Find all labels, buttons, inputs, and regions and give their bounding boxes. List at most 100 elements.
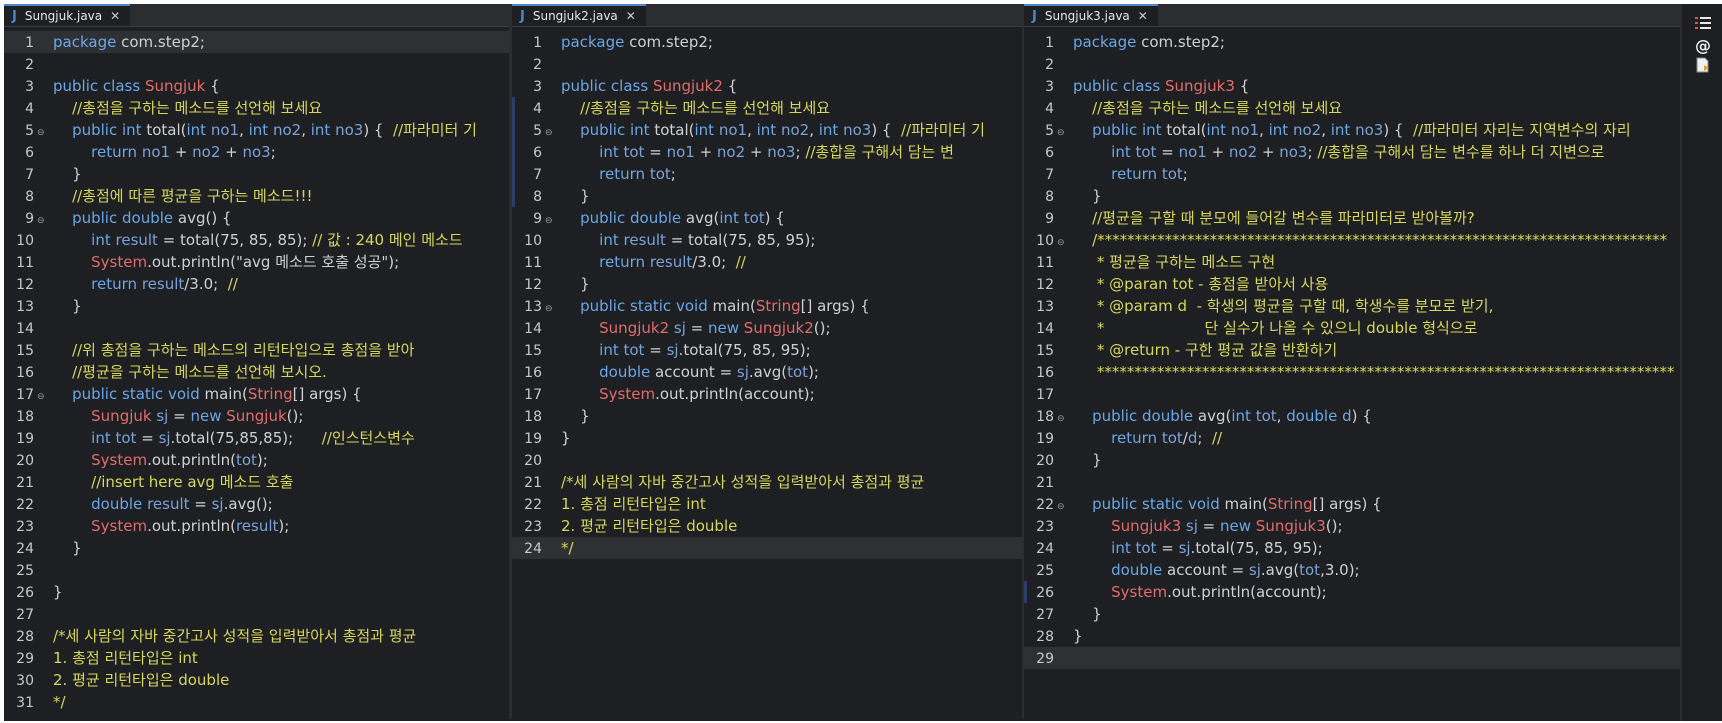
editor-pane-sungjuk[interactable]: J Sungjuk.java ✕ 1 package com.step2; 2 3 pu… <box>4 4 512 719</box>
code-line[interactable]: 13 ⊖ public static void main(String[] arg… <box>512 295 1022 317</box>
code-line[interactable]: 5 ⊖ public int total(int no1, int no2, in… <box>1024 119 1680 141</box>
code-line[interactable]: 16 double account = sj.avg(tot); <box>512 361 1022 383</box>
editor-pane-sungjuk2[interactable]: J Sungjuk2.java ✕ 1 package com.step2; 2 3 p… <box>512 4 1025 719</box>
code-line[interactable]: 23 System.out.println(result); <box>4 515 509 537</box>
code-line[interactable]: 8 //총점에 따른 평균을 구하는 메소드!!! <box>4 185 509 207</box>
code-line[interactable]: 26} <box>4 581 509 603</box>
code-line[interactable]: 30 2. 평균 리턴타입은 double <box>4 669 509 691</box>
code-line[interactable]: 11 return result/3.0; // <box>512 251 1022 273</box>
code-area[interactable]: 1 package com.step2; 2 3 public class Sungju… <box>4 27 509 713</box>
code-line[interactable]: 9 //평균을 구할 때 분모에 들어갈 변수를 파라미터로 받아볼까? <box>1024 207 1680 229</box>
code-line[interactable]: 10 int result = total(75, 85, 85); // 값 … <box>4 229 509 251</box>
tab-sungjuk-java[interactable]: J Sungjuk.java ✕ <box>4 4 131 26</box>
code-line[interactable]: 16 //평균을 구하는 메소드를 선언해 보시오. <box>4 361 509 383</box>
code-line[interactable]: 6 int tot = no1 + no2 + no3; //총합을 구해서 담… <box>1024 141 1680 163</box>
code-line[interactable]: 26 System.out.println(account); <box>1024 581 1680 603</box>
code-line[interactable]: 24 } <box>4 537 509 559</box>
code-line[interactable]: 11 * 평균을 구하는 메소드 구현 <box>1024 251 1680 273</box>
code-line[interactable]: 17 ⊖ public static void main(String[] arg… <box>4 383 509 405</box>
code-line[interactable]: 10 ⊖ /***********************************… <box>1024 229 1680 251</box>
code-line[interactable]: 21 //insert here avg 메소드 호출 <box>4 471 509 493</box>
code-line[interactable]: 3 public class Sungjuk2 { <box>512 75 1022 97</box>
code-line[interactable]: 19 return tot/d; // <box>1024 427 1680 449</box>
code-line[interactable]: 1 package com.step2; <box>4 31 509 53</box>
editor-pane-sungjuk3[interactable]: J Sungjuk3.java ✕ 1 package com.step2; 2 3 p… <box>1024 4 1683 719</box>
code-text: System.out.println(account); <box>599 385 815 403</box>
code-line[interactable]: 14 <box>4 317 509 339</box>
close-icon[interactable]: ✕ <box>1138 9 1148 23</box>
code-line[interactable]: 28} <box>1024 625 1680 647</box>
code-line[interactable]: 18 } <box>512 405 1022 427</box>
code-line[interactable]: 12 return result/3.0; // <box>4 273 509 295</box>
code-line[interactable]: 25 double account = sj.avg(tot,3.0); <box>1024 559 1680 581</box>
close-icon[interactable]: ✕ <box>626 9 636 23</box>
code-line[interactable]: 7 } <box>4 163 509 185</box>
code-line[interactable]: 15 int tot = sj.total(75, 85, 95); <box>512 339 1022 361</box>
code-line[interactable]: 22 double result = sj.avg(); <box>4 493 509 515</box>
code-line[interactable]: 4 //총점을 구하는 메소드를 선언해 보세요 <box>4 97 509 119</box>
code-line[interactable]: 10 int result = total(75, 85, 95); <box>512 229 1022 251</box>
code-line[interactable]: 8 } <box>1024 185 1680 207</box>
code-area[interactable]: 1 package com.step2; 2 3 public class Sungju… <box>1024 27 1680 669</box>
code-line[interactable]: 24 */ <box>512 537 1022 559</box>
code-line[interactable]: 17 System.out.println(account); <box>512 383 1022 405</box>
code-line[interactable]: 20 <box>512 449 1022 471</box>
code-line[interactable]: 9 ⊖ public double avg(int tot) { <box>512 207 1022 229</box>
code-line[interactable]: 21 <box>1024 471 1680 493</box>
code-line[interactable]: 23 Sungjuk3 sj = new Sungjuk3(); <box>1024 515 1680 537</box>
code-line[interactable]: 19 int tot = sj.total(75,85,85); //인스턴스변… <box>4 427 509 449</box>
code-line[interactable]: 14 Sungjuk2 sj = new Sungjuk2(); <box>512 317 1022 339</box>
code-line[interactable]: 5 ⊖ public int total(int no1, int no2, in… <box>4 119 509 141</box>
code-line[interactable]: 12 * @paran tot - 총점을 받아서 사용 <box>1024 273 1680 295</box>
code-line[interactable]: 9 ⊖ public double avg() { <box>4 207 509 229</box>
code-line[interactable]: 22 1. 총점 리턴타입은 int <box>512 493 1022 515</box>
code-line[interactable]: 4 //총점을 구하는 메소드를 선언해 보세요 <box>512 97 1022 119</box>
code-line[interactable]: 20 } <box>1024 449 1680 471</box>
code-line[interactable]: 29 <box>1024 647 1680 669</box>
code-line[interactable]: 2 <box>1024 53 1680 75</box>
at-sign-icon[interactable]: @ <box>1694 36 1712 55</box>
code-line[interactable]: 23 2. 평균 리턴타입은 double <box>512 515 1022 537</box>
code-line[interactable]: 15 * @return - 구한 평균 값을 반환하기 <box>1024 339 1680 361</box>
code-line[interactable]: 8 } <box>512 185 1022 207</box>
code-line[interactable]: 3 public class Sungjuk { <box>4 75 509 97</box>
code-line[interactable]: 2 <box>4 53 509 75</box>
code-line[interactable]: 13 } <box>4 295 509 317</box>
code-line[interactable]: 29 1. 총점 리턴타입은 int <box>4 647 509 669</box>
code-line[interactable]: 15 //위 총점을 구하는 메소드의 리턴타입으로 총점을 받아 <box>4 339 509 361</box>
code-line[interactable]: 6 int tot = no1 + no2 + no3; //총합을 구해서 담… <box>512 141 1022 163</box>
code-line[interactable]: 25 <box>4 559 509 581</box>
code-line[interactable]: 22 ⊖ public static void main(String[] arg… <box>1024 493 1680 515</box>
code-area[interactable]: 1 package com.step2; 2 3 public class Sungju… <box>512 27 1022 559</box>
code-line[interactable]: 28 /*세 사람의 자바 중간고사 성적을 입력받아서 총점과 평균 <box>4 625 509 647</box>
code-line[interactable]: 5 ⊖ public int total(int no1, int no2, in… <box>512 119 1022 141</box>
code-line[interactable]: 18 Sungjuk sj = new Sungjuk(); <box>4 405 509 427</box>
code-line[interactable]: 7 return tot; <box>1024 163 1680 185</box>
code-line[interactable]: 19} <box>512 427 1022 449</box>
code-line[interactable]: 4 //총점을 구하는 메소드를 선언해 보세요 <box>1024 97 1680 119</box>
code-line[interactable]: 17 <box>1024 383 1680 405</box>
code-line[interactable]: 2 <box>512 53 1022 75</box>
code-line[interactable]: 12 } <box>512 273 1022 295</box>
code-line[interactable]: 16 *************************************… <box>1024 361 1680 383</box>
tab-sungjuk2-java[interactable]: J Sungjuk2.java ✕ <box>512 4 646 26</box>
close-icon[interactable]: ✕ <box>110 9 120 23</box>
task-list-icon[interactable] <box>1694 14 1712 32</box>
code-line[interactable]: 24 int tot = sj.total(75, 85, 95); <box>1024 537 1680 559</box>
code-line[interactable]: 14 * 단 실수가 나올 수 있으니 double 형식으로 <box>1024 317 1680 339</box>
code-line[interactable]: 7 return tot; <box>512 163 1022 185</box>
code-line[interactable]: 3 public class Sungjuk3 { <box>1024 75 1680 97</box>
code-line[interactable]: 27 <box>4 603 509 625</box>
code-line[interactable]: 1 package com.step2; <box>1024 31 1680 53</box>
code-line[interactable]: 6 return no1 + no2 + no3; <box>4 141 509 163</box>
code-line[interactable]: 27 } <box>1024 603 1680 625</box>
code-line[interactable]: 11 System.out.println("avg 메소드 호출 성공"); <box>4 251 509 273</box>
code-line[interactable]: 13 * @param d - 학생의 평균을 구할 때, 학생수를 분모로 받… <box>1024 295 1680 317</box>
code-line[interactable]: 21 /*세 사람의 자바 중간고사 성적을 입력받아서 총점과 평균 <box>512 471 1022 493</box>
code-line[interactable]: 1 package com.step2; <box>512 31 1022 53</box>
code-line[interactable]: 20 System.out.println(tot); <box>4 449 509 471</box>
code-line[interactable]: 31 */ <box>4 691 509 713</box>
tab-sungjuk3-java[interactable]: J Sungjuk3.java ✕ <box>1024 4 1158 26</box>
document-icon[interactable] <box>1694 56 1712 74</box>
code-line[interactable]: 18 ⊖ public double avg(int tot, double d)… <box>1024 405 1680 427</box>
